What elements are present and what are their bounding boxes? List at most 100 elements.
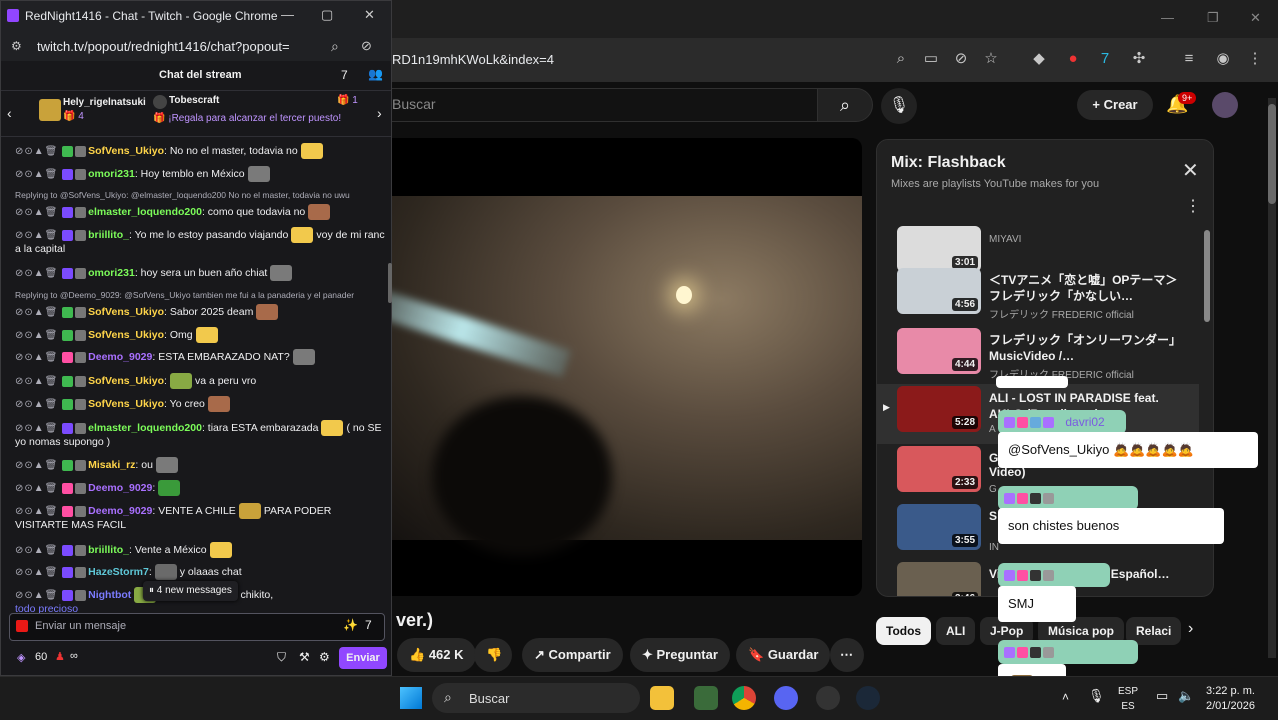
7tv-icon[interactable]: 7: [365, 618, 372, 632]
mod-actions-icon[interactable]: ⊘⊙▲🗑: [15, 567, 62, 578]
mod-actions-icon[interactable]: ⊘⊙▲🗑: [15, 352, 62, 363]
filter-chip[interactable]: Todos: [876, 617, 932, 645]
windows-start-icon[interactable]: [400, 687, 422, 709]
chat-message[interactable]: ⊘⊙▲🗑 briillito_: Vente a México: [15, 542, 385, 558]
search-icon[interactable]: ⌕: [817, 88, 873, 122]
chat-message[interactable]: ⊘⊙▲🗑 SofVens_Ukiyo: Sabor 2025 deam: [15, 304, 385, 320]
eye-off-icon[interactable]: ⊘: [361, 38, 372, 54]
bookmark-star-icon[interactable]: ☆: [982, 50, 1000, 68]
7tv-icon[interactable]: 7: [341, 68, 348, 82]
profile-icon[interactable]: ◉: [1214, 50, 1232, 68]
close-icon[interactable]: ✕: [1250, 10, 1261, 26]
page-scrollbar-thumb[interactable]: [1268, 104, 1276, 204]
chat-username[interactable]: Deemo_9029: [88, 351, 152, 363]
mod-actions-icon[interactable]: ⊘⊙▲🗑: [15, 399, 62, 410]
chat-message[interactable]: ⊘⊙▲🗑 SofVens_Ukiyo: Yo creo: [15, 396, 385, 412]
close-icon[interactable]: ✕: [1182, 158, 1199, 183]
cast-icon[interactable]: ▭: [922, 50, 940, 68]
mod-actions-icon[interactable]: ⊘⊙▲🗑: [15, 460, 62, 471]
extension-icon[interactable]: ◆: [1030, 50, 1048, 68]
adblock-icon[interactable]: ●: [1064, 50, 1082, 68]
ask-button[interactable]: ✦ Preguntar: [630, 638, 730, 672]
menu-icon[interactable]: ⋮: [1246, 50, 1264, 68]
input-language[interactable]: ESP ES: [1118, 684, 1138, 714]
7tv-icon[interactable]: 7: [1096, 50, 1114, 68]
chat-username[interactable]: briillito_: [88, 544, 129, 556]
close-icon[interactable]: ✕: [364, 7, 375, 23]
camera-icon[interactable]: [16, 620, 28, 632]
filter-chip[interactable]: ALI: [936, 617, 976, 645]
avatar[interactable]: [1212, 92, 1238, 118]
share-button[interactable]: ↗ Compartir: [522, 638, 623, 672]
mod-actions-icon[interactable]: ⊘⊙▲🗑: [15, 423, 62, 434]
chat-message[interactable]: ⊘⊙▲🗑 omori231: Hoy temblo en México: [15, 166, 385, 182]
minimize-icon[interactable]: —: [281, 7, 294, 22]
zoom-icon[interactable]: ⌕: [331, 38, 339, 55]
chat-username[interactable]: Deemo_9029: [88, 482, 152, 494]
chat-message[interactable]: ⊘⊙▲🗑 briillito_: Yo me lo estoy pasando …: [15, 227, 385, 243]
eye-off-icon[interactable]: ⊘: [952, 50, 970, 68]
create-button[interactable]: + Crear: [1077, 90, 1153, 120]
chevron-left-icon[interactable]: ‹: [7, 105, 12, 121]
mod-actions-icon[interactable]: ⊘⊙▲🗑: [15, 307, 62, 318]
emote-picker-icon[interactable]: ✨: [343, 618, 358, 632]
tools-icon[interactable]: ⚒: [299, 650, 310, 664]
chat-message[interactable]: ⊘⊙▲🗑 Deemo_9029: VENTE A CHILE PARA PODER: [15, 503, 385, 519]
chat-message[interactable]: ⊘⊙▲🗑 HazeStorm7: y olaaas chat: [15, 564, 385, 580]
mod-actions-icon[interactable]: ⊘⊙▲🗑: [15, 483, 62, 494]
mod-actions-icon[interactable]: ⊘⊙▲🗑: [15, 545, 62, 556]
taskbar-clock[interactable]: 3:22 p. m. 2/01/2026: [1206, 684, 1255, 714]
chrome-icon[interactable]: [732, 686, 756, 710]
chat-username[interactable]: SofVens_Ukiyo: [88, 306, 164, 318]
chat-username[interactable]: briillito_: [88, 229, 129, 241]
mod-actions-icon[interactable]: ⊘⊙▲🗑: [15, 146, 62, 157]
more-vert-icon[interactable]: ⋮: [1185, 196, 1201, 216]
shield-icon[interactable]: ⛉: [277, 650, 286, 665]
mix-scrollbar[interactable]: [1204, 230, 1210, 322]
steam-icon[interactable]: [856, 686, 880, 710]
taskbar-search[interactable]: [432, 683, 640, 713]
channel-points-icon[interactable]: ◈: [17, 651, 25, 664]
dislike-button[interactable]: 👎: [474, 638, 512, 672]
zoom-icon[interactable]: ⌕: [892, 50, 910, 68]
tray-chevron-icon[interactable]: ˄: [1062, 690, 1069, 704]
discord-icon[interactable]: [774, 686, 798, 710]
minimize-icon[interactable]: —: [1161, 10, 1174, 25]
network-icon[interactable]: ▭: [1156, 688, 1168, 704]
users-icon[interactable]: 👥: [368, 67, 383, 81]
chat-message[interactable]: ⊘⊙▲🗑 SofVens_Ukiyo: Omg: [15, 327, 385, 343]
save-button[interactable]: 🔖 Guardar: [736, 638, 831, 672]
search-input[interactable]: [370, 88, 818, 122]
chat-message[interactable]: ⊘⊙▲🗑 Deemo_9029: ESTA EMBARAZADO NAT?: [15, 349, 385, 365]
chevron-right-icon[interactable]: ›: [1188, 620, 1193, 638]
chat-username[interactable]: HazeStorm7: [88, 566, 149, 578]
chat-username[interactable]: SofVens_Ukiyo: [88, 329, 164, 341]
maximize-icon[interactable]: ▢: [321, 7, 333, 23]
volume-icon[interactable]: 🔈: [1178, 688, 1194, 704]
chevron-right-icon[interactable]: ›: [377, 105, 382, 121]
chat-username[interactable]: SofVens_Ukiyo: [88, 398, 164, 410]
chat-message[interactable]: ⊘⊙▲🗑 SofVens_Ukiyo: va a peru vro: [15, 373, 385, 389]
like-button[interactable]: 👍 462 K: [397, 638, 476, 672]
mod-actions-icon[interactable]: ⊘⊙▲🗑: [15, 268, 62, 279]
mod-actions-icon[interactable]: ⊘⊙▲🗑: [15, 207, 62, 218]
chat-username[interactable]: Misaki_rz: [88, 459, 135, 471]
more-actions-button[interactable]: ⋯: [830, 638, 864, 672]
microphone-icon[interactable]: 🎙: [1088, 688, 1105, 704]
microphone-icon[interactable]: 🎙: [881, 88, 917, 124]
video-player[interactable]: [392, 138, 862, 596]
chat-username[interactable]: SofVens_Ukiyo: [88, 145, 164, 157]
maximize-icon[interactable]: ❐: [1207, 10, 1219, 26]
chat-message[interactable]: ⊘⊙▲🗑 SofVens_Ukiyo: No no el master, tod…: [15, 143, 385, 159]
puzzle-icon[interactable]: ✣: [1130, 50, 1148, 68]
app-icon[interactable]: [694, 686, 718, 710]
send-button[interactable]: Enviar: [339, 647, 387, 669]
mix-item[interactable]: 4:56 ＜TVアニメ「恋と嘘」OPテーマ＞フレデリック「かなしい… フレデリック …: [877, 266, 1199, 326]
chat-username[interactable]: omori231: [88, 168, 135, 180]
site-settings-icon[interactable]: ⚙: [11, 39, 22, 53]
bonus-icon[interactable]: ♟: [55, 650, 65, 663]
file-explorer-icon[interactable]: [650, 686, 674, 710]
obs-icon[interactable]: [816, 686, 840, 710]
chat-username[interactable]: omori231: [88, 267, 135, 279]
chat-username[interactable]: SofVens_Ukiyo: [88, 375, 164, 387]
